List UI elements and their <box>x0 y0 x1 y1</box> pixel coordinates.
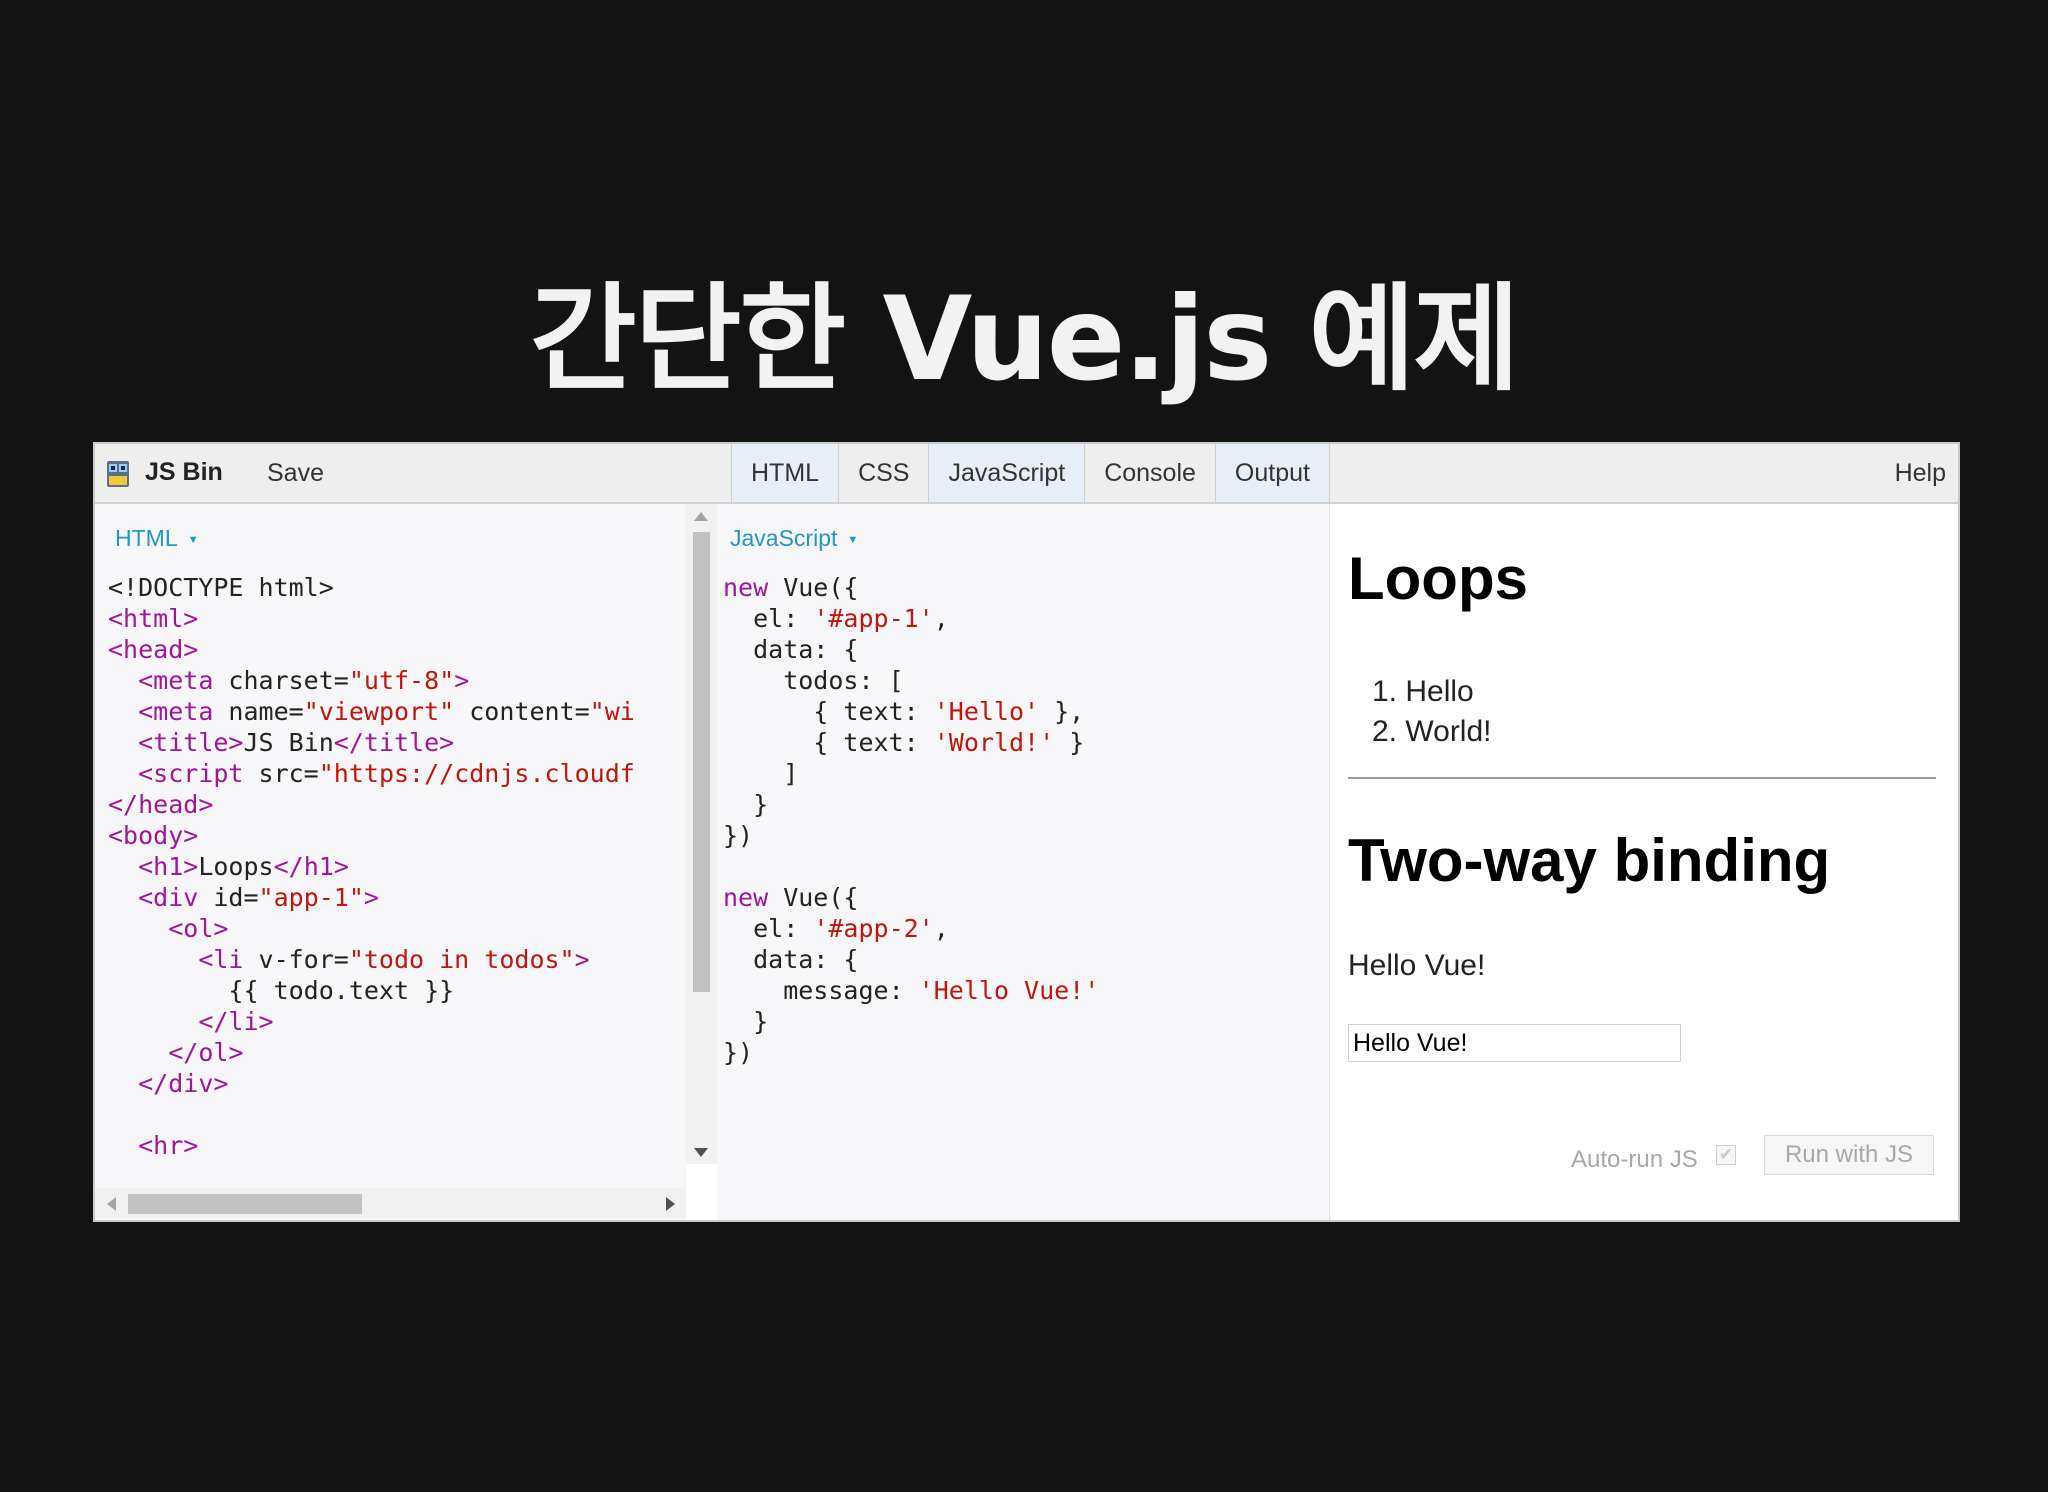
tab-html[interactable]: HTML <box>732 444 840 502</box>
code-line: </ol> <box>168 1038 244 1067</box>
code-line: <meta name="viewport" content="wi <box>138 697 635 726</box>
html-code[interactable]: <!DOCTYPE html> <html> <head> <meta char… <box>108 572 635 1161</box>
autorun-checkbox[interactable]: ✔ <box>1716 1145 1736 1165</box>
code-line: <title>JS Bin</title> <box>138 728 455 757</box>
code-line: } <box>723 790 769 819</box>
code-line: <!DOCTYPE html> <box>108 573 334 602</box>
scrollbar-thumb[interactable] <box>693 532 710 992</box>
code-line: <head> <box>108 635 199 664</box>
help-link[interactable]: Help <box>1895 459 1946 488</box>
js-panel-label-text: JavaScript <box>730 525 838 551</box>
code-line: { text: 'World!' } <box>723 728 1085 757</box>
code-line: data: { <box>723 945 859 974</box>
code-line: el: '#app-1', <box>723 604 949 633</box>
code-line: }) <box>723 1038 754 1067</box>
code-line: ] <box>723 759 799 788</box>
code-line: } <box>723 1007 769 1036</box>
horizontal-scrollbar[interactable] <box>95 1188 686 1218</box>
scroll-up-arrow-icon[interactable] <box>694 512 708 521</box>
tab-output[interactable]: Output <box>1215 444 1330 502</box>
javascript-editor-pane[interactable]: JavaScript ▼ new Vue({ el: '#app-1', data… <box>717 504 1330 1220</box>
code-line: message: 'Hello Vue!' <box>723 976 1100 1005</box>
code-line: new Vue({ <box>723 883 859 912</box>
code-line: <div id="app-1"> <box>138 883 379 912</box>
html-panel-label[interactable]: HTML ▼ <box>115 525 199 552</box>
code-line: todos: [ <box>723 666 904 695</box>
code-line: <script src="https://cdnjs.cloudf <box>138 759 635 788</box>
brand-name[interactable]: JS Bin <box>145 458 223 487</box>
code-line: <li v-for="todo in todos"> <box>198 945 590 974</box>
scroll-left-arrow-icon[interactable] <box>107 1197 116 1211</box>
code-line: }) <box>723 821 754 850</box>
html-editor-pane[interactable]: HTML ▼ <!DOCTYPE html> <html> <head> <met… <box>95 504 686 1220</box>
list-item: 1. Hello <box>1372 675 1474 708</box>
code-line: <body> <box>108 821 199 850</box>
jsbin-robot-icon <box>107 461 129 487</box>
list-item: 2. World! <box>1372 715 1492 748</box>
scrollbar-thumb[interactable] <box>128 1194 362 1214</box>
tab-css[interactable]: CSS <box>839 444 930 502</box>
code-line: <ol> <box>168 914 229 943</box>
toolbar: JS Bin Save HTML CSS JavaScript Console … <box>95 444 1958 504</box>
scroll-right-arrow-icon[interactable] <box>666 1197 675 1211</box>
caret-down-icon: ▼ <box>187 533 199 546</box>
checkmark-icon: ✔ <box>1718 1145 1734 1165</box>
message-input[interactable] <box>1348 1024 1681 1062</box>
output-pane: Loops 1. Hello 2. World! Two-way binding… <box>1330 504 1958 1220</box>
autorun-label: Auto-run JS <box>1571 1146 1698 1173</box>
code-line: {{ todo.text }} <box>108 976 455 1005</box>
vertical-scrollbar[interactable] <box>686 504 717 1164</box>
caret-down-icon: ▼ <box>847 533 859 546</box>
run-with-js-button[interactable]: Run with JS <box>1764 1135 1934 1175</box>
code-line: <hr> <box>138 1131 199 1160</box>
html-panel-label-text: HTML <box>115 525 178 551</box>
scroll-down-arrow-icon[interactable] <box>694 1148 708 1157</box>
save-button[interactable]: Save <box>267 459 324 488</box>
output-heading-loops: Loops <box>1348 545 1528 612</box>
code-line: </head> <box>108 790 214 819</box>
output-message: Hello Vue! <box>1348 949 1486 982</box>
jsbin-window: JS Bin Save HTML CSS JavaScript Console … <box>93 442 1960 1222</box>
panel-tabs: HTML CSS JavaScript Console Output <box>731 444 1330 502</box>
tab-javascript[interactable]: JavaScript <box>929 444 1086 502</box>
code-line: { text: 'Hello' }, <box>723 697 1085 726</box>
code-line: <html> <box>108 604 199 633</box>
code-line: new Vue({ <box>723 573 859 602</box>
code-line: </li> <box>198 1007 274 1036</box>
output-divider <box>1348 777 1936 779</box>
tab-console[interactable]: Console <box>1085 444 1216 502</box>
js-panel-label[interactable]: JavaScript ▼ <box>730 525 858 552</box>
output-heading-binding: Two-way binding <box>1348 827 1831 894</box>
javascript-code[interactable]: new Vue({ el: '#app-1', data: { todos: [… <box>723 572 1099 1068</box>
code-line: data: { <box>723 635 859 664</box>
code-line: <meta charset="utf-8"> <box>138 666 470 695</box>
slide-title: 간단한 Vue.js 예제 <box>529 272 1520 407</box>
code-line: </div> <box>138 1069 229 1098</box>
output-todo-list: 1. Hello 2. World! <box>1372 672 1492 752</box>
code-line: el: '#app-2', <box>723 914 949 943</box>
code-line: <h1>Loops</h1> <box>138 852 349 881</box>
